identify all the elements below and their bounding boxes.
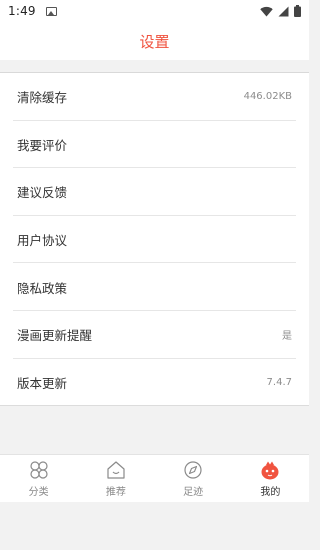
battery-icon <box>294 5 301 17</box>
settings-item-update-reminder[interactable]: 漫画更新提醒 是 <box>0 311 309 359</box>
item-label: 隐私政策 <box>17 280 68 296</box>
mascot-icon <box>261 461 279 480</box>
tab-label: 推荐 <box>105 487 126 498</box>
item-label: 漫画更新提醒 <box>17 328 93 344</box>
page-title: 设置 <box>139 32 170 51</box>
item-label: 用户协议 <box>17 233 68 249</box>
item-label: 清除缓存 <box>17 90 68 106</box>
settings-list: 清除缓存 446.02KB 我要评价 建议反馈 用户协议 隐私政策 漫画更新提醒… <box>0 73 309 407</box>
settings-item-feedback[interactable]: 建议反馈 <box>0 168 309 216</box>
tab-mine[interactable]: 我的 <box>232 455 309 502</box>
tab-label: 分类 <box>28 487 49 498</box>
tab-category[interactable]: 分类 <box>0 455 77 502</box>
cache-size-value: 446.02KB <box>243 91 292 103</box>
settings-item-rate[interactable]: 我要评价 <box>0 121 309 169</box>
item-label: 版本更新 <box>17 375 68 391</box>
home-icon <box>107 461 125 479</box>
wifi-icon <box>260 6 273 16</box>
compass-icon <box>184 461 202 479</box>
tab-label: 我的 <box>260 487 281 498</box>
item-label: 我要评价 <box>17 137 68 153</box>
settings-item-clear-cache[interactable]: 清除缓存 446.02KB <box>0 73 309 121</box>
update-reminder-value: 是 <box>282 331 292 343</box>
settings-item-version-update[interactable]: 版本更新 7.4.7 <box>0 359 309 407</box>
signal-icon <box>278 6 289 16</box>
category-icon <box>30 461 48 479</box>
bottom-space <box>0 502 309 550</box>
status-time: 1:49 <box>8 4 36 18</box>
bottom-tab-bar: 分类 推荐 足迹 我的 <box>0 454 309 502</box>
header: 设置 <box>0 22 309 60</box>
item-label: 建议反馈 <box>17 185 68 201</box>
tab-footprint[interactable]: 足迹 <box>155 455 232 502</box>
status-icons <box>260 5 301 17</box>
settings-item-user-agreement[interactable]: 用户协议 <box>0 216 309 264</box>
settings-item-privacy-policy[interactable]: 隐私政策 <box>0 263 309 311</box>
tab-label: 足迹 <box>183 487 204 498</box>
version-value: 7.4.7 <box>266 376 292 388</box>
tab-recommend[interactable]: 推荐 <box>77 455 154 502</box>
gallery-notification-icon <box>45 6 57 16</box>
status-bar: 1:49 <box>0 0 309 22</box>
